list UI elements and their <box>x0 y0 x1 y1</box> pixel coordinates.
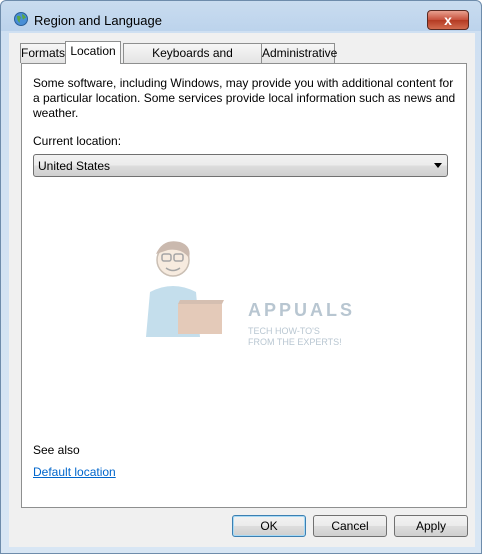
tab-formats[interactable]: Formats <box>20 43 66 63</box>
apply-button[interactable]: Apply <box>394 515 468 537</box>
globe-icon <box>14 12 28 26</box>
watermark-brand: APPUALS <box>248 300 356 320</box>
tab-keyboards-and-languages[interactable]: Keyboards and Languages <box>123 43 262 78</box>
tab-administrative[interactable]: Administrative <box>261 43 338 63</box>
default-location-link[interactable]: Default location <box>33 465 116 479</box>
current-location-label: Current location: <box>33 134 122 148</box>
chevron-down-icon <box>434 163 442 168</box>
watermark-tagline: TECH HOW-TO'S FROM THE EXPERTS! <box>248 326 342 347</box>
current-location-dropdown[interactable]: United States <box>33 154 448 177</box>
tab-label: Administrative <box>262 46 338 60</box>
tab-location[interactable]: Location <box>65 41 121 64</box>
tab-label: Formats <box>21 46 66 60</box>
title-bar[interactable]: Region and Language x <box>1 1 481 33</box>
location-panel: Some software, including Windows, may pr… <box>21 63 467 508</box>
tab-label: Location <box>70 44 116 58</box>
current-location-value: United States <box>38 159 111 173</box>
see-also-label: See also <box>33 443 80 457</box>
client-area: Formats Location Keyboards and Languages… <box>9 33 475 547</box>
window-title: Region and Language <box>34 13 162 28</box>
cancel-button[interactable]: Cancel <box>313 515 387 537</box>
location-description: Some software, including Windows, may pr… <box>33 76 456 120</box>
close-button[interactable]: x <box>427 10 469 30</box>
dialog-window: Region and Language x Formats Location K… <box>0 0 482 554</box>
ok-button[interactable]: OK <box>232 515 306 537</box>
close-icon: x <box>444 12 452 28</box>
